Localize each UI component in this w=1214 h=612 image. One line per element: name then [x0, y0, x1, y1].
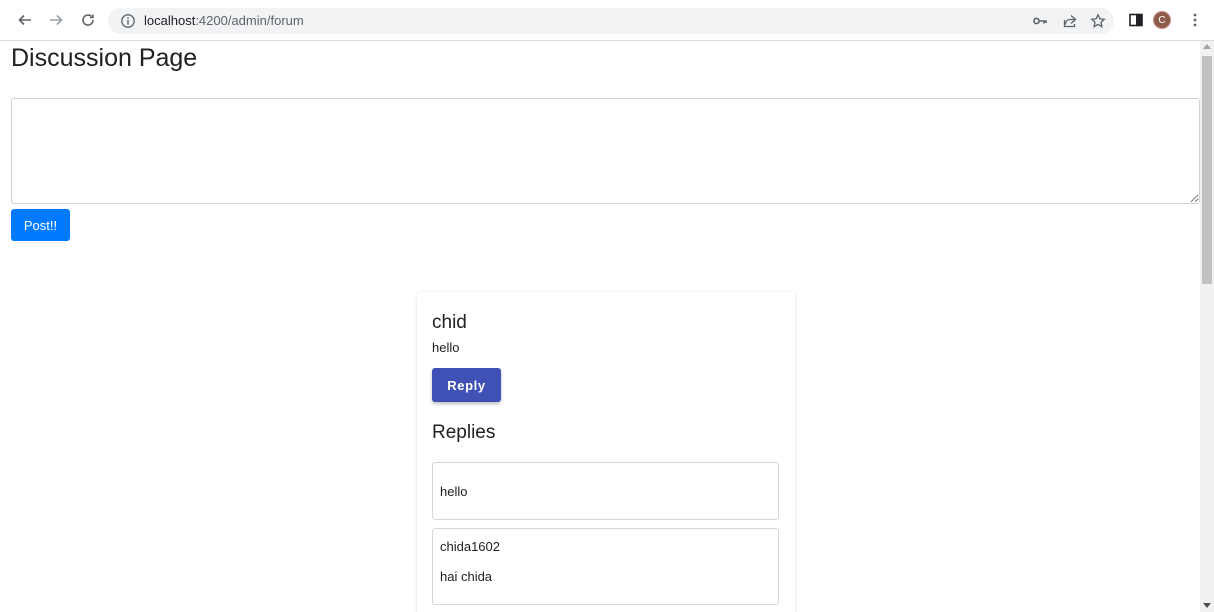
browser-toolbar: localhost:4200/admin/forum C	[0, 0, 1214, 41]
reload-icon[interactable]	[76, 8, 100, 32]
back-icon[interactable]	[13, 8, 37, 32]
post-author: chid	[432, 312, 467, 333]
post-textarea[interactable]	[11, 98, 1200, 204]
reply-user: chida1602	[440, 539, 500, 554]
profile-avatar[interactable]: C	[1153, 11, 1171, 29]
url-host: localhost	[144, 13, 196, 28]
reply-item: chida1602 hai chida	[432, 528, 779, 605]
reply-text: hello	[440, 484, 468, 499]
reply-button[interactable]: Reply	[432, 368, 501, 402]
post-card: chid hello Reply Replies hello chida1602…	[417, 292, 795, 612]
key-icon[interactable]	[1032, 13, 1048, 29]
side-panel-icon[interactable]	[1127, 11, 1145, 29]
info-icon[interactable]	[120, 13, 136, 29]
url-path: :4200/admin/forum	[195, 13, 304, 28]
avatar-letter: C	[1158, 14, 1166, 26]
reply-text: hai chida	[440, 569, 493, 584]
scroll-down-arrow-icon[interactable]	[1203, 603, 1211, 608]
kebab-menu-icon[interactable]	[1186, 11, 1204, 29]
reply-item: hello	[432, 462, 779, 520]
star-icon[interactable]	[1090, 13, 1106, 29]
page-content: Discussion Page Post!! chid hello Reply …	[0, 41, 1200, 612]
post-button[interactable]: Post!!	[11, 209, 70, 241]
scroll-thumb[interactable]	[1202, 56, 1212, 284]
share-icon[interactable]	[1062, 13, 1078, 29]
scroll-up-arrow-icon[interactable]	[1203, 44, 1211, 49]
address-bar[interactable]: localhost:4200/admin/forum	[108, 8, 1114, 34]
url-text[interactable]: localhost:4200/admin/forum	[144, 13, 304, 28]
forward-icon[interactable]	[44, 8, 68, 32]
page-title: Discussion Page	[11, 44, 198, 72]
replies-heading: Replies	[432, 422, 496, 443]
post-message: hello	[432, 340, 460, 355]
page-scrollbar[interactable]	[1200, 41, 1214, 612]
